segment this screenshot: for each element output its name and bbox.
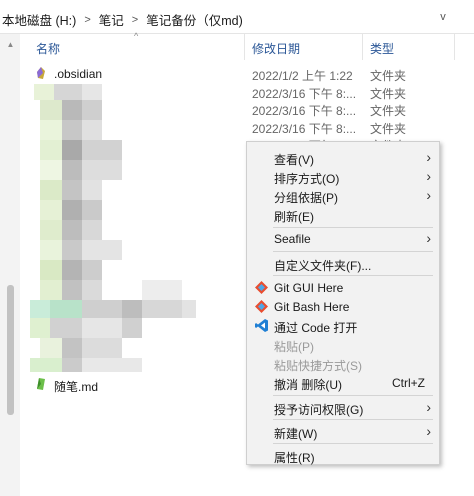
column-divider[interactable] [454,34,455,60]
menu-item-refresh[interactable]: 刷新(E) [247,205,439,224]
obsidian-folder-icon [37,67,45,79]
scroll-up-icon[interactable]: ▲ [4,40,17,52]
menu-separator [273,443,433,444]
column-type[interactable]: 类型 [370,40,394,57]
column-divider[interactable] [362,34,363,60]
breadcrumb-backup[interactable]: 笔记备份（仅md) [144,10,245,29]
file-date: 2022/1/2 上午 1:22 [252,69,353,83]
scrollbar-thumb[interactable] [7,285,14,415]
breadcrumb-separator-icon: > [84,13,91,26]
chevron-right-icon: › [426,230,431,246]
menu-separator [273,275,433,276]
menu-item-view[interactable]: 查看(V) › [247,148,439,167]
menu-item-customize-folder[interactable]: 自定义文件夹(F)... [247,254,439,273]
menu-item-sort[interactable]: 排序方式(O) › [247,167,439,186]
breadcrumb-drive[interactable]: 本地磁盘 (H:) [0,10,78,29]
menu-item-git-bash[interactable]: Git Bash Here [247,297,439,316]
menu-item-grant-access[interactable]: 授予访问权限(G) › [247,398,439,417]
menu-item-open-with-code[interactable]: 通过 Code 打开 [247,316,439,335]
menu-item-paste[interactable]: 粘贴(P) [247,335,439,354]
sort-caret-icon: ^ [134,31,139,41]
file-type: 文件夹 [370,104,407,118]
git-icon [255,300,268,313]
menu-item-undo-delete[interactable]: 撤消 删除(U) Ctrl+Z [247,373,439,392]
menu-separator [273,227,433,228]
address-bar[interactable]: 本地磁盘 (H:) > 笔记 > 笔记备份（仅md) v [0,0,474,34]
menu-separator [273,251,433,252]
navigation-pane: ▲ [0,34,20,496]
chevron-right-icon: › [426,423,431,439]
file-name: .obsidian [54,67,103,81]
breadcrumb: 本地磁盘 (H:) > 笔记 > 笔记备份（仅md) [0,10,245,29]
chevron-right-icon: › [426,149,431,165]
breadcrumb-separator-icon: > [131,13,139,26]
menu-item-group[interactable]: 分组依据(P) › [247,186,439,205]
file-type: 文件夹 [370,69,407,83]
menu-separator [273,419,433,420]
git-icon [255,281,268,294]
chevron-right-icon: › [426,187,431,203]
column-name[interactable]: 名称 [36,40,60,57]
menu-item-properties[interactable]: 属性(R) [247,446,439,465]
column-header: ^ 名称 修改日期 类型 [26,31,474,60]
chevron-down-icon[interactable]: v [434,8,452,26]
file-row[interactable]: .obsidian 2022/1/2 上午 1:22 文件夹 [26,65,474,83]
column-divider[interactable] [244,34,245,60]
chevron-right-icon: › [426,399,431,415]
menu-separator [273,395,433,396]
menu-item-new[interactable]: 新建(W) › [247,422,439,441]
file-date: 2022/3/16 下午 8:... [252,104,357,118]
menu-item-paste-shortcut[interactable]: 粘贴快捷方式(S) [247,354,439,373]
column-date[interactable]: 修改日期 [252,40,300,57]
menu-item-seafile[interactable]: Seafile › [247,229,439,248]
file-name: 随笔.md [54,380,99,394]
context-menu: 查看(V) › 排序方式(O) › 分组依据(P) › 刷新(E) Seafil… [246,141,440,465]
shortcut-label: Ctrl+Z [392,376,425,390]
breadcrumb-notes[interactable]: 笔记 [97,10,126,29]
markdown-file-icon [37,378,45,390]
scrollbar[interactable]: ▲ [4,40,17,460]
menu-item-git-gui[interactable]: Git GUI Here [247,278,439,297]
vscode-icon [255,319,268,332]
chevron-right-icon: › [426,168,431,184]
